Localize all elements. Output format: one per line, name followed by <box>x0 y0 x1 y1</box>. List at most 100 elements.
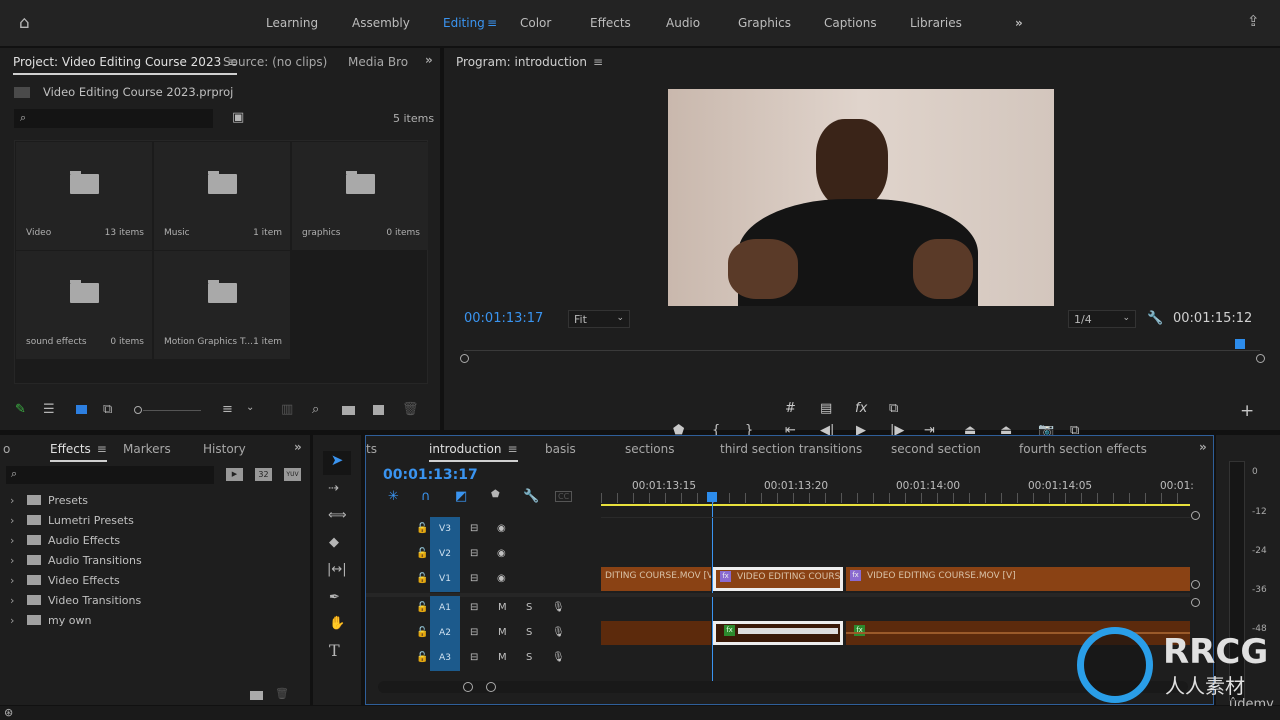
panel-overflow-icon[interactable]: » <box>294 440 302 454</box>
track-toggle-v1[interactable]: V1 <box>430 567 460 592</box>
list-view-icon[interactable]: ☰ <box>43 403 55 416</box>
horizontal-scrollbar[interactable] <box>378 681 1188 693</box>
more-workspaces-icon[interactable]: » <box>1015 16 1023 30</box>
automate-icon[interactable]: ▥ <box>281 403 293 416</box>
pen-tool-icon[interactable]: ✒ <box>329 591 340 604</box>
sync-lock-icon[interactable]: ⊟ <box>470 523 478 534</box>
effects-item-audio-effects[interactable]: › Audio Effects <box>10 531 300 551</box>
video-clip[interactable]: DITING COURSE.MOV [V] <box>601 567 711 591</box>
project-search-input[interactable]: ⌕ <box>14 109 213 128</box>
vertical-zoom-handle[interactable] <box>1191 511 1200 520</box>
microphone-icon[interactable]: 🎙 <box>552 652 565 663</box>
wrench-icon[interactable]: 🔧 <box>1147 312 1163 325</box>
add-marker-icon[interactable]: ⬟ <box>491 490 500 500</box>
tab-sequence-partial[interactable]: ts <box>366 442 377 456</box>
resolution-dropdown[interactable]: 1/4 ⌄ <box>1068 310 1136 328</box>
tab-sequence-third-section[interactable]: third section transitions <box>720 442 862 456</box>
pencil-icon[interactable]: ✎ <box>15 403 26 416</box>
lock-icon[interactable]: 🔓 <box>416 523 428 534</box>
sync-lock-icon[interactable]: ⊟ <box>470 602 478 613</box>
workspace-learning[interactable]: Learning <box>266 16 318 30</box>
microphone-icon[interactable]: 🎙 <box>552 627 565 638</box>
yuv-effects-icon[interactable]: YUV <box>284 468 301 481</box>
lock-icon[interactable]: 🔓 <box>416 602 428 613</box>
track-toggle-a2[interactable]: A2 <box>430 621 460 646</box>
workspace-color[interactable]: Color <box>520 16 551 30</box>
effects-item-video-effects[interactable]: › Video Effects <box>10 571 300 591</box>
overlay-icon[interactable]: ▤ <box>820 401 832 416</box>
razor-tool-icon[interactable]: ◆ <box>329 536 339 549</box>
tab-sequence-sections[interactable]: sections <box>625 442 674 456</box>
track-toggle-a3[interactable]: A3 <box>430 646 460 671</box>
solo-button[interactable]: S <box>526 652 532 663</box>
video-clip-selected[interactable]: fx VIDEO EDITING COURS <box>713 567 843 591</box>
lock-icon[interactable]: 🔓 <box>416 573 428 584</box>
tab-source[interactable]: Source: (no clips) <box>223 55 327 69</box>
sync-lock-icon[interactable]: ⊟ <box>470 627 478 638</box>
solo-button[interactable]: S <box>526 627 532 638</box>
workspace-captions[interactable]: Captions <box>824 16 877 30</box>
tab-sequence-second-section[interactable]: second section <box>891 442 981 456</box>
icon-view-icon[interactable] <box>76 405 87 414</box>
nest-icon[interactable]: ✳ <box>388 490 399 503</box>
captions-icon[interactable]: CC <box>555 491 573 502</box>
add-button-icon[interactable]: + <box>1240 401 1254 421</box>
effects-item-audio-transitions[interactable]: › Audio Transitions <box>10 551 300 571</box>
zoom-slider-handle[interactable] <box>134 406 142 414</box>
sync-lock-icon[interactable]: ⊟ <box>470 573 478 584</box>
tab-project[interactable]: Project: Video Editing Course 2023 ≡ <box>13 55 238 75</box>
sort-icon[interactable]: ≡ <box>222 403 233 416</box>
effects-item-presets[interactable]: › Presets <box>10 491 300 511</box>
selection-tool-icon[interactable]: ➤ <box>323 451 351 475</box>
chevron-down-icon[interactable]: ⌄ <box>246 403 254 413</box>
track-toggle-v3[interactable]: V3 <box>430 517 460 542</box>
vertical-zoom-handle[interactable] <box>1191 598 1200 607</box>
bin-motion-graphics[interactable]: Motion Graphics T... 1 item <box>154 251 290 359</box>
workspace-libraries[interactable]: Libraries <box>910 16 962 30</box>
tab-history[interactable]: History <box>203 442 246 456</box>
workspace-editing[interactable]: Editing <box>443 16 485 30</box>
bin-video[interactable]: Video 13 items <box>16 142 152 250</box>
mute-button[interactable]: M <box>498 652 507 663</box>
scrub-bar[interactable] <box>464 350 1260 351</box>
bin-graphics[interactable]: graphics 0 items <box>292 142 428 250</box>
tab-sequence-basis[interactable]: basis <box>545 442 576 456</box>
new-item-icon[interactable] <box>373 405 384 415</box>
search-icon[interactable]: ⌕ <box>312 403 319 416</box>
find-bin-icon[interactable]: ▣ <box>232 111 244 124</box>
track-toggle-v2[interactable]: V2 <box>430 542 460 567</box>
video-clip[interactable]: fx VIDEO EDITING COURSE.MOV [V] <box>846 567 1190 591</box>
tab-media-browser[interactable]: Media Bro <box>348 55 408 69</box>
accelerated-effects-icon[interactable]: ▶ <box>226 468 243 481</box>
creative-cloud-icon[interactable]: ⊛ <box>4 707 13 718</box>
vertical-zoom-handle[interactable] <box>1191 580 1200 589</box>
tab-sequence-fourth-section[interactable]: fourth section effects <box>1019 442 1147 456</box>
microphone-icon[interactable]: 🎙 <box>552 602 565 613</box>
share-icon[interactable]: ⇪ <box>1247 14 1260 29</box>
track-select-tool-icon[interactable]: ⇢ <box>328 482 339 495</box>
audio-clip-selected[interactable]: fx <box>713 621 843 645</box>
effects-search-input[interactable]: ⌕ <box>6 466 214 484</box>
workspace-effects[interactable]: Effects <box>590 16 631 30</box>
mute-button[interactable]: M <box>498 602 507 613</box>
type-tool-icon[interactable]: T <box>329 643 340 659</box>
tab-sequence-introduction[interactable]: introduction ≡ <box>429 442 518 462</box>
bin-music[interactable]: Music 1 item <box>154 142 290 250</box>
ripple-edit-tool-icon[interactable]: ⟺ <box>328 509 347 522</box>
scroll-handle-left[interactable] <box>463 682 473 692</box>
settings-wrench-icon[interactable]: 🔧 <box>523 490 539 503</box>
new-bin-icon[interactable] <box>342 406 355 415</box>
bin-sound-effects[interactable]: sound effects 0 items <box>16 251 152 359</box>
scrub-end-handle[interactable] <box>1256 354 1265 363</box>
workspace-assembly[interactable]: Assembly <box>352 16 410 30</box>
effects-item-my-own[interactable]: › my own <box>10 611 300 631</box>
workspace-menu-icon[interactable]: ≡ <box>487 16 497 30</box>
panel-overflow-icon[interactable]: » <box>1199 440 1207 454</box>
time-ruler[interactable] <box>601 493 1190 503</box>
freeform-view-icon[interactable]: ⧉ <box>103 403 112 416</box>
audio-clip[interactable] <box>601 621 711 645</box>
slip-tool-icon[interactable]: |↔| <box>327 563 347 576</box>
sync-lock-icon[interactable]: ⊟ <box>470 652 478 663</box>
playhead-timecode[interactable]: 00:01:13:17 <box>464 311 543 326</box>
timeline-timecode[interactable]: 00:01:13:17 <box>383 467 478 483</box>
